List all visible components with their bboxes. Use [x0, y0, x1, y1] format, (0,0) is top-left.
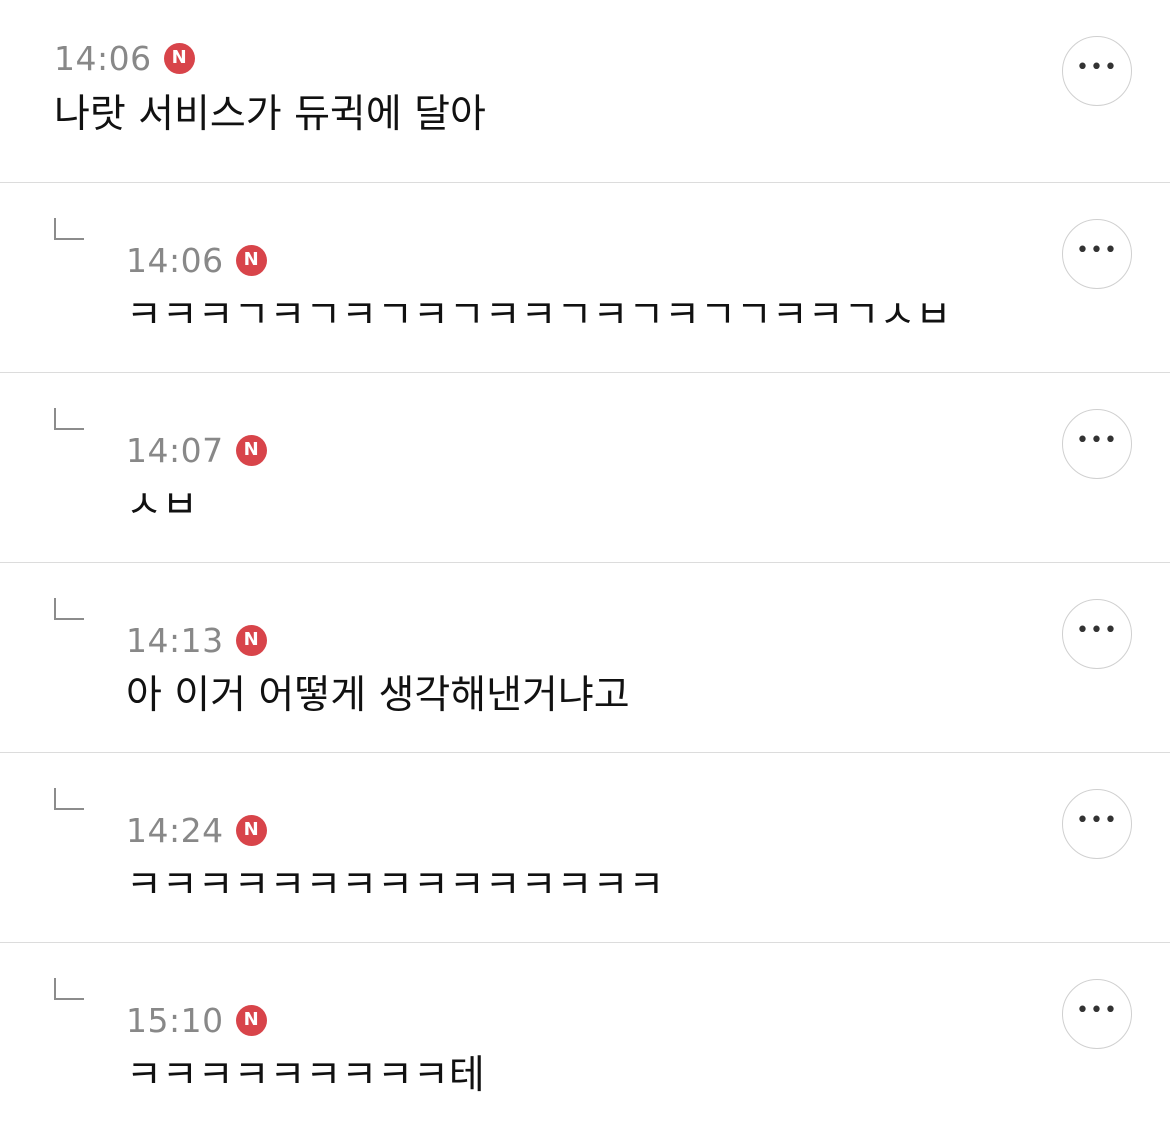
reply-arrow-icon — [54, 788, 84, 810]
comment-meta: 14:07 N — [126, 430, 267, 470]
more-options-button[interactable]: ••• — [1062, 36, 1132, 106]
comment-item: 14:06 N 나랏 서비스가 듀귁에 달아 ••• — [0, 0, 1170, 183]
new-badge: N — [235, 624, 267, 656]
comment-meta: 14:06 N — [54, 38, 195, 78]
reply-item: 15:10 N ㅋㅋㅋㅋㅋㅋㅋㅋㅋ테 ••• — [0, 943, 1170, 1126]
reply-arrow-icon — [54, 218, 84, 240]
more-horizontal-icon: ••• — [1076, 618, 1118, 643]
comment-meta: 14:24 N — [126, 810, 267, 850]
comment-text: 나랏 서비스가 듀귁에 달아 — [54, 92, 486, 137]
more-options-button[interactable]: ••• — [1062, 979, 1132, 1049]
new-badge: N — [235, 244, 267, 276]
more-horizontal-icon: ••• — [1076, 55, 1118, 80]
reply-arrow-icon — [54, 598, 84, 620]
comment-list: 14:06 N 나랏 서비스가 듀귁에 달아 ••• 14:06 N ㅋㅋㅋㄱㅋ… — [0, 0, 1170, 1126]
new-badge: N — [235, 814, 267, 846]
reply-arrow-icon — [54, 978, 84, 1000]
more-options-button[interactable]: ••• — [1062, 219, 1132, 289]
more-horizontal-icon: ••• — [1076, 998, 1118, 1023]
comment-meta: 14:13 N — [126, 620, 267, 660]
reply-item: 14:07 N ㅅㅂ ••• — [0, 373, 1170, 563]
comment-time: 15:10 — [126, 1000, 224, 1040]
new-badge: N — [163, 42, 195, 74]
new-badge: N — [235, 434, 267, 466]
comment-time: 14:07 — [126, 430, 224, 470]
more-options-button[interactable]: ••• — [1062, 789, 1132, 859]
comment-time: 14:24 — [126, 810, 224, 850]
comment-meta: 14:06 N — [126, 240, 267, 280]
reply-item: 14:13 N 아 이거 어떻게 생각해낸거냐고 ••• — [0, 563, 1170, 753]
more-horizontal-icon: ••• — [1076, 808, 1118, 833]
comment-text: ㅅㅂ — [126, 483, 198, 528]
comment-meta: 15:10 N — [126, 1000, 267, 1040]
comment-time: 14:13 — [126, 620, 224, 660]
comment-text: ㅋㅋㅋㅋㅋㅋㅋㅋㅋㅋㅋㅋㅋㅋㅋ — [126, 863, 665, 908]
comment-time: 14:06 — [126, 240, 224, 280]
comment-time: 14:06 — [54, 38, 152, 78]
comment-text: 아 이거 어떻게 생각해낸거냐고 — [126, 673, 630, 718]
comment-text: ㅋㅋㅋㄱㅋㄱㅋㄱㅋㄱㅋㅋㄱㅋㄱㅋㄱㄱㅋㅋㄱㅅㅂ — [126, 293, 952, 338]
reply-arrow-icon — [54, 408, 84, 430]
more-horizontal-icon: ••• — [1076, 428, 1118, 453]
new-badge: N — [235, 1004, 267, 1036]
comment-text: ㅋㅋㅋㅋㅋㅋㅋㅋㅋ테 — [126, 1053, 485, 1098]
more-options-button[interactable]: ••• — [1062, 409, 1132, 479]
more-horizontal-icon: ••• — [1076, 238, 1118, 263]
more-options-button[interactable]: ••• — [1062, 599, 1132, 669]
reply-item: 14:24 N ㅋㅋㅋㅋㅋㅋㅋㅋㅋㅋㅋㅋㅋㅋㅋ ••• — [0, 753, 1170, 943]
reply-item: 14:06 N ㅋㅋㅋㄱㅋㄱㅋㄱㅋㄱㅋㅋㄱㅋㄱㅋㄱㄱㅋㅋㄱㅅㅂ ••• — [0, 183, 1170, 373]
